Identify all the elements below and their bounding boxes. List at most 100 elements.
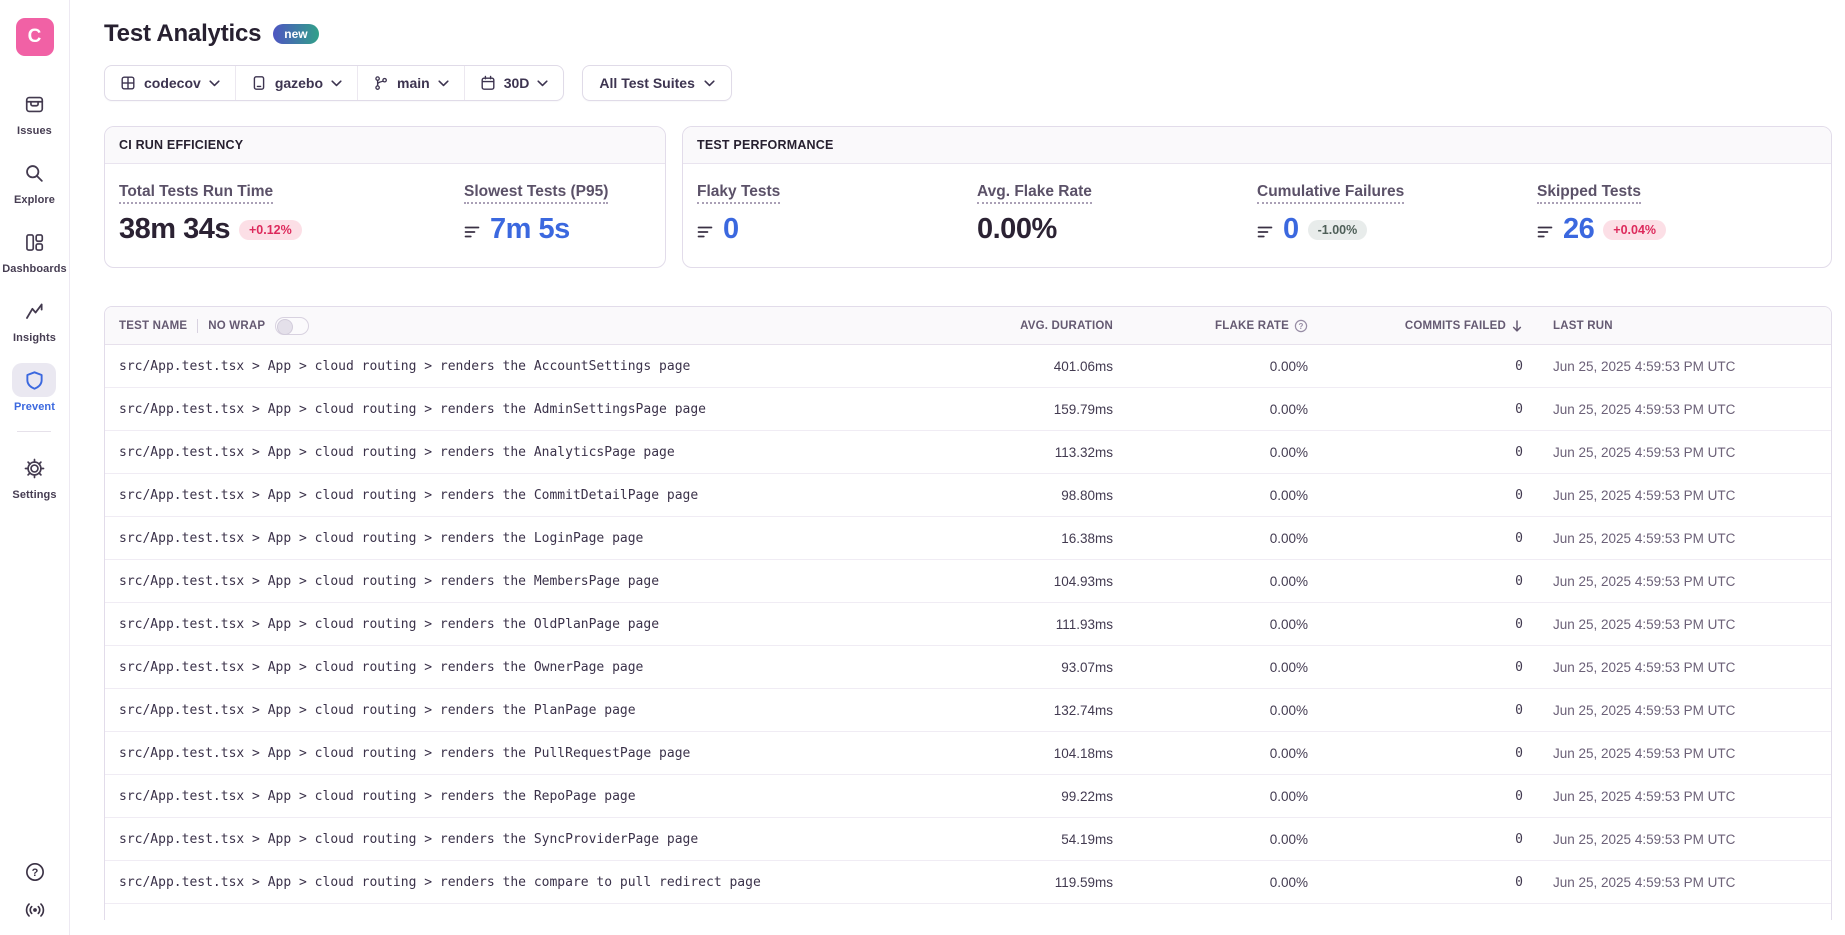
test-name-cell[interactable]: src/App.test.tsx > App > cloud routing >… bbox=[105, 488, 951, 503]
sidebar-item-label: Settings bbox=[12, 489, 56, 501]
column-header-last-run[interactable]: LAST RUN bbox=[1531, 320, 1831, 332]
test-row[interactable]: src/App.test.tsx > App > cloud routing >… bbox=[105, 345, 1831, 388]
test-name-cell[interactable]: src/App.test.tsx > App > cloud routing >… bbox=[105, 617, 951, 632]
column-header-flake-rate[interactable]: FLAKE RATE ? bbox=[1121, 319, 1316, 333]
repo-icon bbox=[251, 75, 267, 91]
avg-duration-cell: 93.07ms bbox=[951, 660, 1121, 675]
metric-value[interactable]: 0 bbox=[1283, 213, 1299, 246]
help-icon[interactable]: ? bbox=[24, 861, 46, 883]
metric-value-row: 38m 34s+0.12% bbox=[119, 213, 464, 246]
test-name-header-label: TEST NAME bbox=[119, 320, 187, 332]
avg-duration-cell: 119.59ms bbox=[951, 875, 1121, 890]
last-run-cell: Jun 25, 2025 4:59:53 PM UTC bbox=[1531, 359, 1831, 374]
test-row[interactable]: src/App.test.tsx > App > cloud routing >… bbox=[105, 431, 1831, 474]
metric-label[interactable]: Slowest Tests (P95) bbox=[464, 183, 608, 204]
metric: Cumulative Failures 0-1.00% bbox=[1257, 183, 1537, 246]
test-row[interactable]: src/App.test.tsx > App > cloud routing >… bbox=[105, 646, 1831, 689]
page-header: Test Analytics new bbox=[104, 20, 1832, 48]
main-content: Test Analytics new codecov bbox=[70, 0, 1845, 935]
sidebar-item-insights[interactable]: Insights bbox=[12, 294, 56, 344]
test-row[interactable]: src/App.test.tsx > App > cloud routing >… bbox=[105, 517, 1831, 560]
metric-value[interactable]: 7m 5s bbox=[490, 213, 570, 246]
sidebar-item-explore[interactable]: Explore bbox=[12, 156, 56, 206]
codecov-logo[interactable]: C bbox=[16, 18, 54, 56]
test-name-cell[interactable]: src/App.test.tsx > App > cloud routing >… bbox=[105, 875, 951, 890]
sidebar-item-label: Dashboards bbox=[2, 263, 67, 275]
test-suites-label: All Test Suites bbox=[599, 75, 694, 91]
test-row[interactable]: src/App.test.tsx > App > cloud routing >… bbox=[105, 474, 1831, 517]
metric-label[interactable]: Avg. Flake Rate bbox=[977, 183, 1092, 204]
flake-rate-cell: 0.00% bbox=[1121, 703, 1316, 718]
last-run-cell: Jun 25, 2025 4:59:53 PM UTC bbox=[1531, 488, 1831, 503]
metric-label[interactable]: Total Tests Run Time bbox=[119, 183, 273, 204]
metric-value: 0.00% bbox=[977, 213, 1057, 246]
repo-select[interactable]: gazebo bbox=[235, 66, 357, 100]
metric-value[interactable]: 0 bbox=[723, 213, 739, 246]
filter-lines-icon bbox=[464, 225, 481, 239]
last-run-cell: Jun 25, 2025 4:59:53 PM UTC bbox=[1531, 746, 1831, 761]
sidebar-item-dashboards[interactable]: Dashboards bbox=[2, 225, 67, 275]
metric-value: 38m 34s bbox=[119, 213, 230, 246]
test-name-cell[interactable]: src/App.test.tsx > App > cloud routing >… bbox=[105, 832, 951, 847]
commits-failed-cell: 0 bbox=[1316, 703, 1531, 718]
sidebar-item-prevent[interactable]: Prevent bbox=[12, 363, 56, 413]
test-row[interactable]: src/App.test.tsx > App > cloud routing >… bbox=[105, 689, 1831, 732]
chevron-down-icon bbox=[438, 80, 449, 87]
metric: Flaky Tests 0 bbox=[697, 183, 977, 246]
metric-value-row: 0 bbox=[697, 213, 977, 246]
filter-bar: codecov gazebo bbox=[104, 65, 1832, 101]
test-name-cell[interactable]: src/App.test.tsx > App > cloud routing >… bbox=[105, 445, 951, 460]
column-header-test-name: TEST NAME NO WRAP bbox=[105, 317, 951, 335]
test-row[interactable]: src/App.test.tsx > App > cloud routing >… bbox=[105, 388, 1831, 431]
test-name-cell[interactable]: src/App.test.tsx > App > cloud routing >… bbox=[105, 402, 951, 417]
test-name-cell[interactable]: src/App.test.tsx > App > cloud routing >… bbox=[105, 531, 951, 546]
branch-select[interactable]: main bbox=[357, 66, 464, 100]
test-name-cell[interactable]: src/App.test.tsx > App > cloud routing >… bbox=[105, 703, 951, 718]
branch-select-label: main bbox=[397, 75, 430, 91]
sidebar-item-label: Explore bbox=[14, 194, 55, 206]
test-name-cell[interactable]: src/App.test.tsx > App > cloud routing >… bbox=[105, 660, 951, 675]
sidebar-item-issues[interactable]: Issues bbox=[12, 87, 56, 137]
test-row[interactable]: src/App.test.tsx > App > cloud routing >… bbox=[105, 560, 1831, 603]
no-wrap-toggle[interactable] bbox=[275, 317, 309, 335]
metric-value-row: 7m 5s bbox=[464, 213, 651, 246]
metric-label[interactable]: Flaky Tests bbox=[697, 183, 780, 204]
broadcast-icon[interactable] bbox=[24, 899, 46, 921]
metric-label[interactable]: Skipped Tests bbox=[1537, 183, 1641, 204]
test-row[interactable]: src/App.test.tsx > App > cloud routing >… bbox=[105, 861, 1831, 904]
last-run-cell: Jun 25, 2025 4:59:53 PM UTC bbox=[1531, 574, 1831, 589]
chevron-down-icon bbox=[537, 80, 548, 87]
sidebar-bottom: ? bbox=[24, 861, 46, 921]
test-name-cell[interactable]: src/App.test.tsx > App > cloud routing >… bbox=[105, 746, 951, 761]
avg-duration-cell: 16.38ms bbox=[951, 531, 1121, 546]
column-header-avg-duration[interactable]: AVG. DURATION bbox=[951, 320, 1121, 332]
test-row[interactable]: src/App.test.tsx > App > cloud routing >… bbox=[105, 775, 1831, 818]
metric-delta-badge: +0.04% bbox=[1603, 220, 1666, 240]
test-name-cell[interactable]: src/App.test.tsx > App > cloud routing >… bbox=[105, 574, 951, 589]
metric-value[interactable]: 26 bbox=[1563, 213, 1594, 246]
org-select[interactable]: codecov bbox=[105, 66, 235, 100]
test-suites-select[interactable]: All Test Suites bbox=[582, 65, 731, 101]
commits-failed-cell: 0 bbox=[1316, 832, 1531, 847]
test-row[interactable]: src/App.test.tsx > App > cloud routing >… bbox=[105, 603, 1831, 646]
test-row[interactable]: src/App.test.tsx > App > cloud routing >… bbox=[105, 818, 1831, 861]
date-range-select[interactable]: 30D bbox=[464, 66, 564, 100]
filter-lines-icon bbox=[697, 225, 714, 239]
column-header-commits-failed[interactable]: COMMITS FAILED bbox=[1316, 319, 1531, 333]
metric-label[interactable]: Cumulative Failures bbox=[1257, 183, 1404, 204]
avg-duration-cell: 99.22ms bbox=[951, 789, 1121, 804]
panel-title: TEST PERFORMANCE bbox=[683, 127, 1831, 164]
test-name-cell[interactable]: src/App.test.tsx > App > cloud routing >… bbox=[105, 359, 951, 374]
avg-duration-cell: 111.93ms bbox=[951, 617, 1121, 632]
scope-filter-group: codecov gazebo bbox=[104, 65, 564, 101]
metric: Avg. Flake Rate 0.00% bbox=[977, 183, 1257, 246]
panel-body: Total Tests Run Time 38m 34s+0.12%Slowest… bbox=[105, 164, 665, 267]
last-run-cell: Jun 25, 2025 4:59:53 PM UTC bbox=[1531, 531, 1831, 546]
avg-duration-cell: 159.79ms bbox=[951, 402, 1121, 417]
test-name-cell[interactable]: src/App.test.tsx > App > cloud routing >… bbox=[105, 789, 951, 804]
test-row[interactable]: src/App.test.tsx > App > cloud routing >… bbox=[105, 732, 1831, 775]
branch-icon bbox=[373, 75, 389, 91]
metric-value-row: 0.00% bbox=[977, 213, 1257, 246]
commits-failed-cell: 0 bbox=[1316, 617, 1531, 632]
sidebar-item-settings[interactable]: Settings bbox=[12, 451, 56, 501]
